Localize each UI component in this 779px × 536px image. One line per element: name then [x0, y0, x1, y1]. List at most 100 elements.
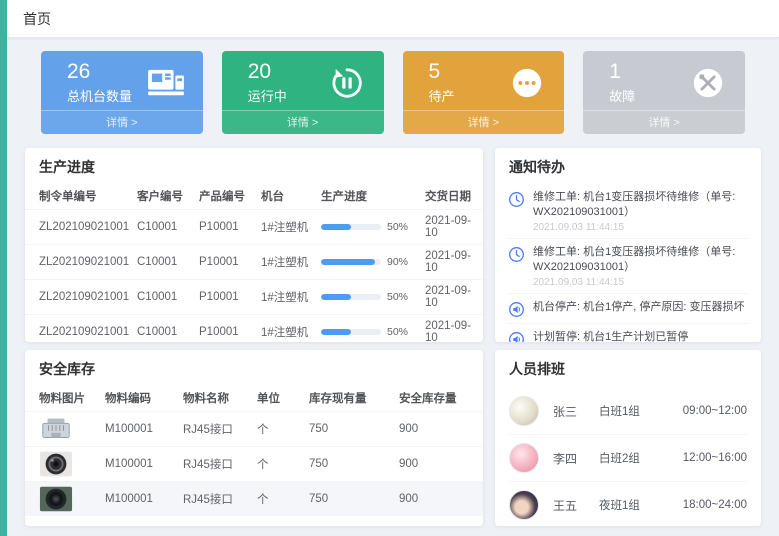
column-header: 生产进度	[315, 184, 419, 210]
staff-schedule-panel: 人员排班 张三 白班1组 09:00~12:00 李四 白班2组 1	[495, 350, 761, 526]
progress-cell: 50%	[315, 315, 419, 343]
production-row[interactable]: ZL202109021001 C10001 P10001 1#注塑机 90%	[25, 245, 483, 280]
speaker-icon	[508, 331, 525, 342]
card-info: 26 总机台数量	[67, 60, 132, 105]
progress-fill	[321, 224, 351, 230]
card-body: 1 故障	[583, 51, 745, 110]
machine-name: 1#注塑机	[255, 210, 315, 245]
column-header: 物料图片	[25, 386, 99, 412]
inventory-row[interactable]: M100001 RJ45接口 个 750 900	[25, 447, 483, 482]
notification-item[interactable]: 机台停产: 机台1停产, 停产原因: 变压器损坏	[508, 294, 748, 324]
schedule-row[interactable]: 李四 白班2组 12:00~16:00	[509, 435, 747, 482]
notification-text: 机台停产: 机台1停产, 停产原因: 变压器损坏	[533, 300, 744, 315]
total-machines-value: 26	[67, 60, 132, 84]
fault-label: 故障	[609, 86, 635, 105]
notification-item[interactable]: 维修工单: 机台1变压器损坏待维修（单号: WX202109031001） 20…	[508, 184, 748, 239]
waiting-value: 5	[429, 60, 455, 84]
column-header: 库存现有量	[303, 386, 393, 412]
running-value: 20	[248, 60, 287, 84]
safety-stock: 900	[393, 412, 483, 447]
notification-item[interactable]: 计划暂停: 机台1生产计划已暂停 2021.09.03 11:44:15	[508, 324, 748, 342]
schedule-row[interactable]: 王五 夜班1组 18:00~24:00	[509, 482, 747, 526]
material-code: M100001	[99, 412, 177, 447]
material-image-cell	[25, 482, 99, 517]
rj45-connector-thumbnail	[39, 416, 73, 442]
machine-name: 1#注塑机	[255, 245, 315, 280]
notification-content: 维修工单: 机台1变压器损坏待维修（单号: WX202109031001） 20…	[533, 245, 748, 288]
delivery-date: 2021-09-10	[419, 280, 483, 315]
production-row[interactable]: ZL202109021001 C10001 P10001 1#注塑机 50%	[25, 210, 483, 245]
stock-on-hand: 750	[303, 412, 393, 447]
machine-icon	[147, 65, 185, 101]
progress-track	[321, 259, 381, 265]
card-body: 26 总机台数量	[41, 51, 203, 110]
running-detail-link[interactable]: 详情 >	[222, 110, 384, 134]
inventory-table: 物料图片 物料编码 物料名称 单位 库存现有量 安全库存量	[25, 386, 483, 516]
avatar	[509, 490, 539, 520]
shift-time: 18:00~24:00	[683, 499, 747, 511]
column-header: 制令单编号	[25, 184, 131, 210]
card-info: 5 待产	[429, 60, 455, 105]
stat-card-waiting[interactable]: 5 待产 详情 >	[403, 51, 565, 134]
notification-item[interactable]: 维修工单: 机台1变压器损坏待维修（单号: WX202109031001） 20…	[508, 239, 748, 294]
notification-text: 维修工单: 机台1变压器损坏待维修（单号: WX202109031001）	[533, 245, 748, 274]
stat-card-total-machines[interactable]: 26 总机台数量	[41, 51, 203, 134]
staff-schedule-panel-title: 人员排班	[495, 350, 761, 386]
column-header: 产品编号	[193, 184, 255, 210]
material-unit: 个	[251, 447, 303, 482]
total-machines-detail-link[interactable]: 详情 >	[41, 110, 203, 134]
shift-label: 白班1组	[599, 403, 669, 419]
card-info: 20 运行中	[248, 60, 287, 105]
order-no: ZL202109021001	[25, 245, 131, 280]
inventory-header-row: 物料图片 物料编码 物料名称 单位 库存现有量 安全库存量	[25, 386, 483, 412]
stat-card-fault[interactable]: 1 故障	[583, 51, 745, 134]
progress-cell: 90%	[315, 245, 419, 280]
safety-stock-panel-title: 安全库存	[25, 350, 483, 386]
product-no: P10001	[193, 315, 255, 343]
column-header: 交货日期	[419, 184, 483, 210]
speaker-part-thumbnail	[39, 486, 73, 512]
notification-time: 2021.09.03 11:44:15	[533, 277, 748, 288]
running-icon	[328, 65, 366, 101]
fault-detail-link[interactable]: 详情 >	[583, 110, 745, 134]
material-name: RJ45接口	[177, 447, 251, 482]
page-title: 首页	[23, 9, 51, 29]
progress-track	[321, 329, 381, 335]
safety-stock-panel: 安全库存 物料图片 物料编码 物料名称 单位 库存现有量 安全库存量	[25, 350, 483, 526]
column-header: 机台	[255, 184, 315, 210]
delivery-date: 2021-09-10	[419, 245, 483, 280]
running-label: 运行中	[248, 86, 287, 105]
employee-name: 王五	[553, 497, 599, 514]
column-header: 物料编码	[99, 386, 177, 412]
dashboard-content: 26 总机台数量	[7, 38, 779, 536]
inventory-row[interactable]: M100001 RJ45接口 个 750 900	[25, 412, 483, 447]
stat-card-running[interactable]: 20 运行中 详情 >	[222, 51, 384, 134]
schedule-row[interactable]: 张三 白班1组 09:00~12:00	[509, 388, 747, 435]
card-info: 1 故障	[609, 60, 635, 105]
main-area: 首页 26 总机台数量	[7, 0, 779, 536]
material-image-cell	[25, 447, 99, 482]
clock-icon	[508, 191, 525, 208]
notification-time: 2021.09.03 11:44:15	[533, 222, 748, 233]
safety-stock: 900	[393, 482, 483, 517]
customer-no: C10001	[131, 210, 193, 245]
fault-value: 1	[609, 60, 635, 84]
progress-cell: 50%	[315, 210, 419, 245]
production-row[interactable]: ZL202109021001 C10001 P10001 1#注塑机 50%	[25, 280, 483, 315]
clock-icon	[508, 246, 525, 263]
material-code: M100001	[99, 482, 177, 517]
material-name: RJ45接口	[177, 412, 251, 447]
sidebar-edge	[0, 0, 7, 536]
stock-on-hand: 750	[303, 482, 393, 517]
progress-percent: 90%	[387, 256, 408, 268]
panels-grid: 生产进度 制令单编号 客户编号 产品编号 机台 生产进度 交货日期	[25, 148, 761, 526]
notification-content: 计划暂停: 机台1生产计划已暂停 2021.09.03 11:44:15	[533, 330, 688, 342]
production-row[interactable]: ZL202109021001 C10001 P10001 1#注塑机 50%	[25, 315, 483, 343]
product-no: P10001	[193, 280, 255, 315]
fault-icon	[689, 65, 727, 101]
round-connector-thumbnail	[39, 451, 73, 477]
material-name: RJ45接口	[177, 482, 251, 517]
waiting-detail-link[interactable]: 详情 >	[403, 110, 565, 134]
inventory-row[interactable]: M100001 RJ45接口 个 750 900	[25, 482, 483, 517]
speaker-icon	[508, 301, 525, 318]
